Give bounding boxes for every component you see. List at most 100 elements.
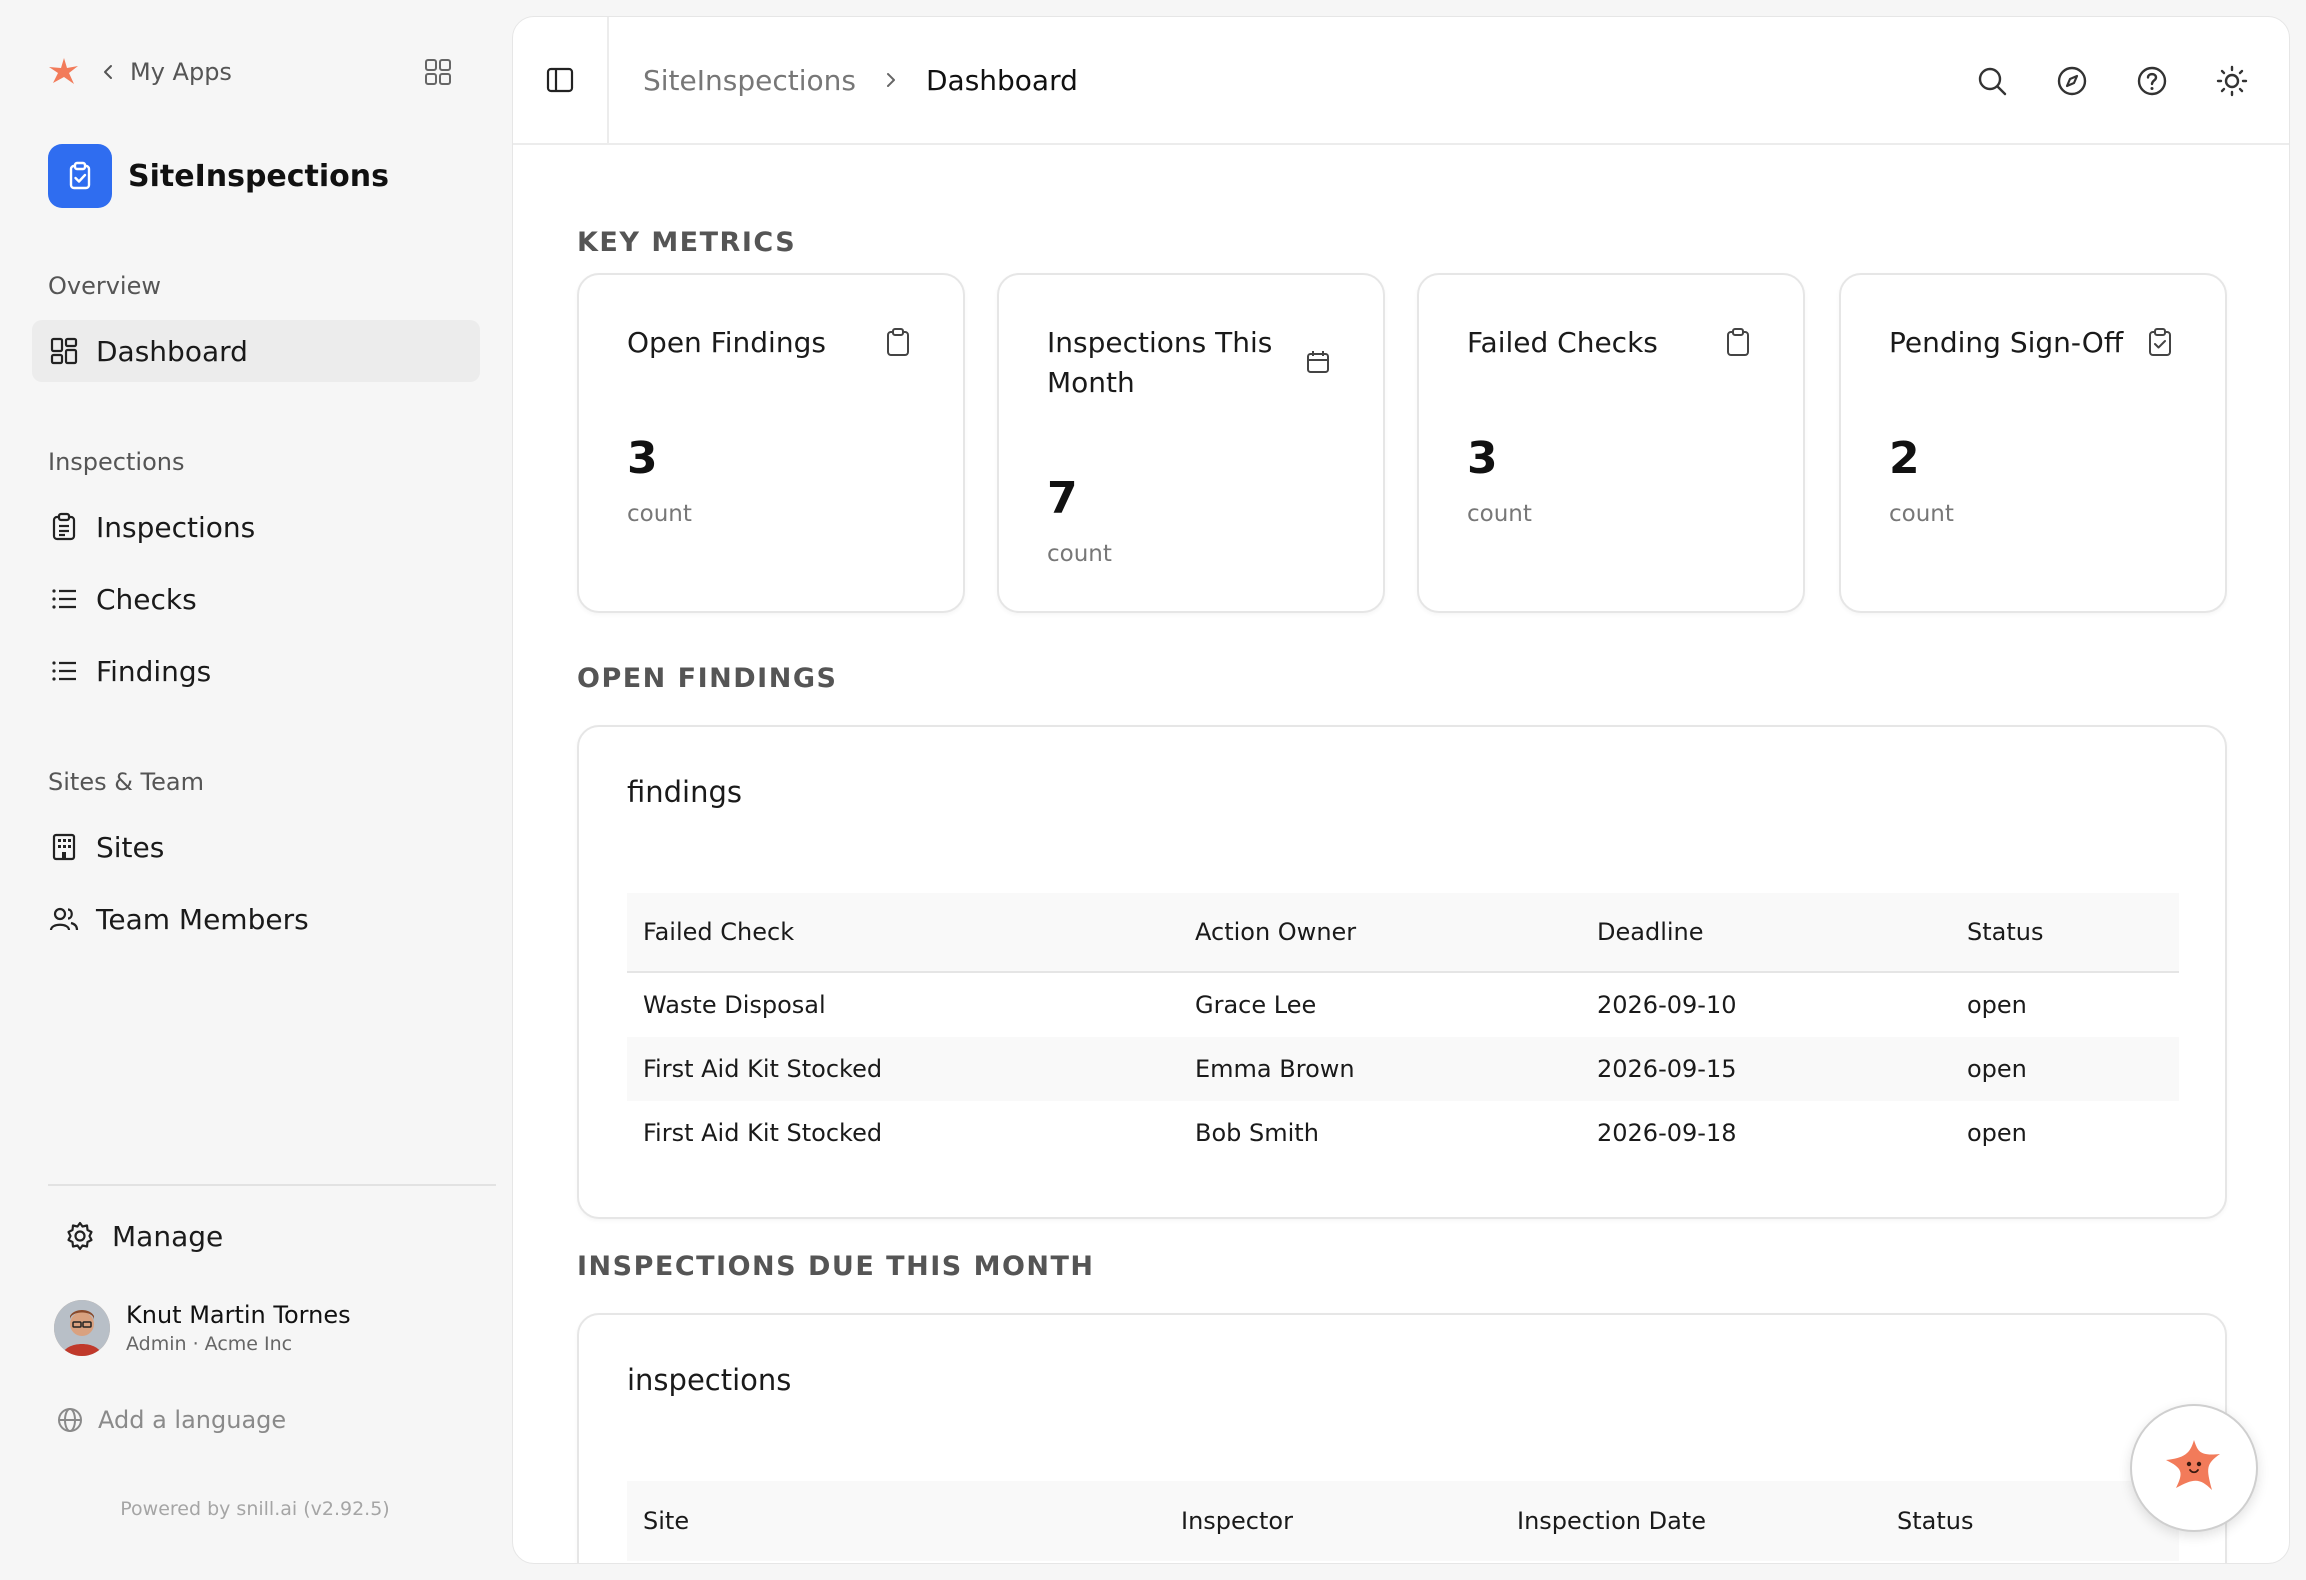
avatar — [54, 1300, 110, 1356]
clipboard-check-icon — [2149, 328, 2171, 356]
metric-card-open-findings[interactable]: Open Findings 3 count — [577, 273, 965, 613]
cell-failed-check: First Aid Kit Stocked — [643, 1119, 883, 1147]
chevron-right-icon — [886, 73, 895, 87]
column-header[interactable]: Deadline — [1597, 893, 1704, 971]
metric-title: Failed Checks — [1467, 326, 1658, 359]
manage-label: Manage — [112, 1219, 224, 1253]
dashboard-icon — [50, 337, 78, 365]
metric-card-inspections-this-month[interactable]: Inspections This Month 7 count — [997, 273, 1385, 613]
assistant-button[interactable] — [2130, 1404, 2258, 1532]
table-row[interactable]: First Aid Kit Stocked Emma Brown 2026-09… — [627, 1037, 2179, 1101]
metric-unit: count — [627, 501, 692, 527]
help-icon[interactable] — [2135, 64, 2169, 98]
user-role: Admin · Acme Inc — [126, 1333, 293, 1355]
metric-value: 7 — [1047, 473, 1078, 524]
column-header[interactable]: Site — [643, 1481, 689, 1561]
cell-action-owner: Emma Brown — [1195, 1055, 1355, 1083]
metric-unit: count — [1047, 541, 1112, 567]
users-icon — [49, 907, 79, 931]
cell-deadline: 2026-09-18 — [1597, 1119, 1737, 1147]
app-grid-icon[interactable] — [422, 56, 454, 88]
table-row[interactable]: First Aid Kit Stocked Bob Smith 2026-09-… — [627, 1101, 2179, 1165]
sidebar-item-label: Findings — [96, 654, 212, 688]
cell-failed-check: Waste Disposal — [643, 991, 826, 1019]
metric-unit: count — [1467, 501, 1532, 527]
section-heading-inspections-due: INSPECTIONS DUE THIS MONTH — [577, 1251, 1095, 1282]
inspections-table: Site Inspector Inspection Date Status — [627, 1481, 2179, 1561]
user-profile[interactable]: Knut Martin Tornes Admin · Acme Inc — [54, 1298, 351, 1358]
globe-icon — [58, 1408, 82, 1432]
sidebar-item-label: Checks — [96, 582, 197, 616]
cell-status: open — [1967, 1055, 2027, 1083]
metric-title: Inspections This Month — [1047, 326, 1273, 399]
list-icon — [52, 589, 76, 609]
toolbar-icons — [1929, 64, 2249, 98]
column-header[interactable]: Failed Check — [643, 893, 794, 971]
add-language-label: Add a language — [98, 1406, 287, 1434]
column-header[interactable]: Inspector — [1181, 1481, 1293, 1561]
cell-failed-check: First Aid Kit Stocked — [643, 1055, 883, 1083]
sidebar: My Apps SiteInspections Overview Dashboa… — [0, 0, 510, 1580]
metric-unit: count — [1889, 501, 1954, 527]
metric-card-pending-sign-off[interactable]: Pending Sign-Off 2 count — [1839, 273, 2227, 613]
assistant-mascot-icon — [2166, 1440, 2220, 1490]
sun-icon[interactable] — [2215, 64, 2249, 98]
compass-icon[interactable] — [2055, 64, 2089, 98]
sidebar-item-findings[interactable]: Findings — [32, 640, 480, 702]
app-badge — [48, 144, 112, 208]
cell-status: open — [1967, 991, 2027, 1019]
column-header[interactable]: Action Owner — [1195, 893, 1356, 971]
sidebar-item-checks[interactable]: Checks — [32, 568, 480, 630]
main-panel: SiteInspections Dashboard KEY METRICS Op… — [512, 16, 2290, 1564]
section-label-sites-team: Sites & Team — [48, 768, 204, 796]
section-label-inspections: Inspections — [48, 448, 185, 476]
search-icon[interactable] — [1975, 64, 2009, 98]
add-language-button[interactable]: Add a language — [56, 1404, 286, 1436]
breadcrumb-current: Dashboard — [925, 63, 1078, 97]
cell-deadline: 2026-09-15 — [1597, 1055, 1737, 1083]
top-bar: SiteInspections Dashboard — [513, 17, 2289, 145]
metric-title: Pending Sign-Off — [1889, 326, 2124, 359]
sidebar-toggle-icon — [546, 67, 574, 93]
app-name: SiteInspections — [128, 158, 390, 194]
table-row[interactable]: Waste Disposal Grace Lee 2026-09-10 open — [627, 973, 2179, 1037]
card-title: findings — [627, 775, 743, 809]
sidebar-item-label: Inspections — [96, 510, 256, 544]
sidebar-item-sites[interactable]: Sites — [32, 816, 480, 878]
breadcrumb-app[interactable]: SiteInspections — [643, 64, 856, 97]
sidebar-item-dashboard[interactable]: Dashboard — [32, 320, 480, 382]
section-heading-key-metrics: KEY METRICS — [577, 227, 797, 258]
column-header[interactable]: Status — [1967, 893, 2043, 971]
clipboard-icon — [887, 328, 909, 356]
cell-deadline: 2026-09-10 — [1597, 991, 1737, 1019]
metric-value: 3 — [627, 433, 658, 484]
sidebar-toggle-button[interactable] — [513, 17, 609, 143]
clipboard-list-icon — [52, 512, 76, 541]
column-header[interactable]: Inspection Date — [1517, 1481, 1706, 1561]
metric-card-failed-checks[interactable]: Failed Checks 3 count — [1417, 273, 1805, 613]
gear-icon — [67, 1221, 93, 1251]
sidebar-item-label: Dashboard — [96, 334, 248, 368]
sidebar-item-team-members[interactable]: Team Members — [32, 888, 480, 950]
clipboard-check-icon — [69, 161, 91, 190]
inspections-card: inspections Site Inspector Inspection Da… — [577, 1313, 2227, 1563]
sidebar-item-label: Team Members — [96, 902, 309, 936]
section-label-overview: Overview — [48, 272, 161, 300]
column-header[interactable]: Status — [1897, 1481, 1973, 1561]
clipboard-icon — [1727, 328, 1749, 356]
app-title[interactable]: SiteInspections — [48, 144, 389, 208]
snill-logo-icon[interactable] — [44, 52, 84, 92]
cell-action-owner: Grace Lee — [1195, 991, 1317, 1019]
table-header: Failed Check Action Owner Deadline Statu… — [627, 893, 2179, 973]
sidebar-item-inspections[interactable]: Inspections — [32, 496, 480, 558]
sidebar-divider — [48, 1184, 496, 1186]
breadcrumb: SiteInspections Dashboard — [643, 17, 1078, 143]
chevron-left-icon[interactable] — [96, 60, 120, 84]
section-heading-open-findings: OPEN FINDINGS — [577, 663, 838, 694]
list-icon — [52, 661, 76, 681]
manage-button[interactable]: Manage — [64, 1216, 223, 1256]
metric-title: Open Findings — [627, 326, 826, 359]
my-apps-link[interactable]: My Apps — [130, 58, 232, 86]
powered-by: Powered by snill.ai (v2.92.5) — [120, 1498, 390, 1520]
building-icon — [52, 833, 76, 861]
